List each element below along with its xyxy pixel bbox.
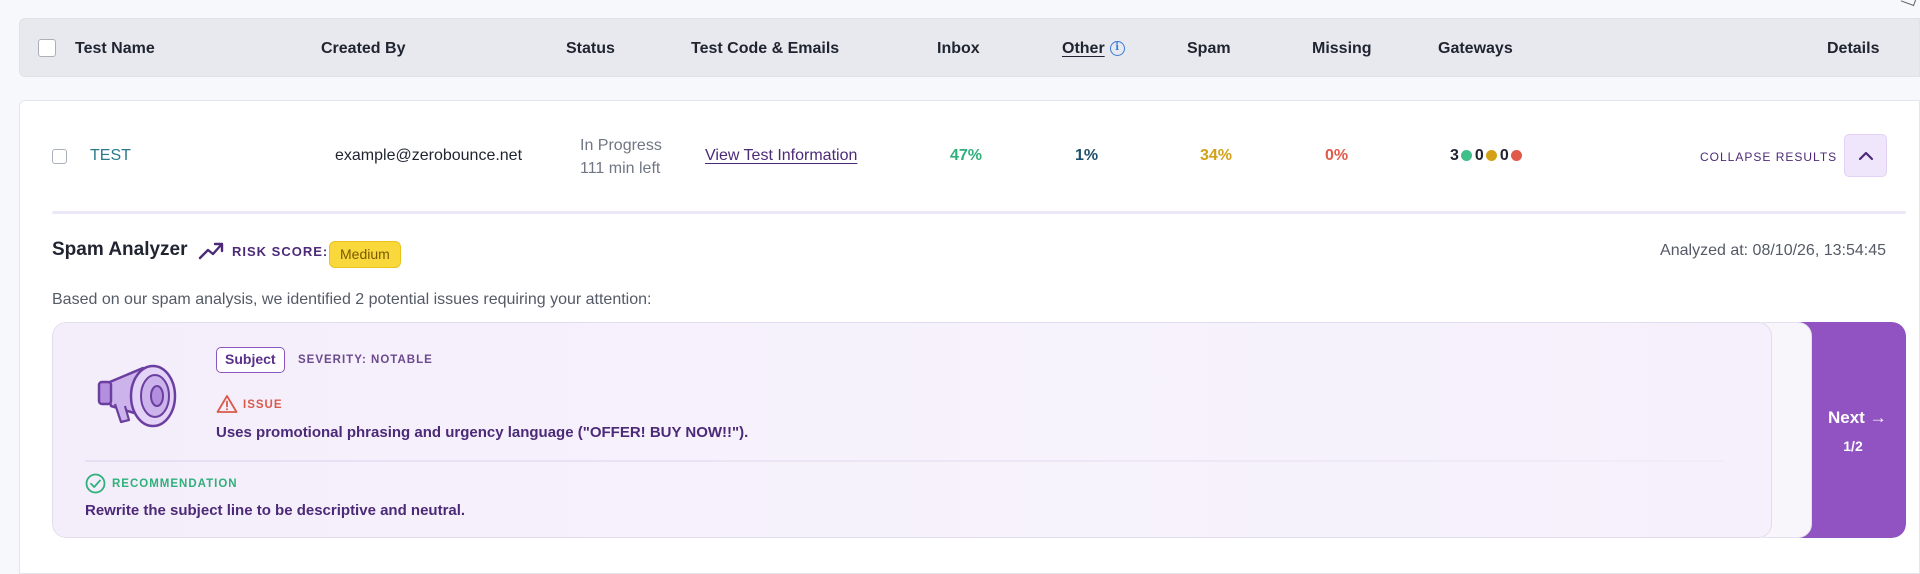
issue-category-tag: Subject	[216, 347, 285, 373]
table-header: Test Name Created By Status Test Code & …	[19, 18, 1920, 77]
view-test-info-link[interactable]: View Test Information	[705, 147, 857, 165]
spam-analyzer-title: Spam Analyzer	[52, 239, 188, 260]
header-status: Status	[566, 40, 615, 57]
gateway-yellow-count: 0	[1474, 147, 1484, 164]
next-text: Next	[1828, 408, 1865, 427]
table-row: TEST example@zerobounce.net In Progress …	[20, 101, 1919, 211]
header-missing: Missing	[1312, 40, 1372, 57]
issue-carousel: Next → 1/2 Subject SEVERITY: NOTABLE ISS…	[52, 322, 1906, 538]
other-value: 1%	[1075, 147, 1099, 164]
gateway-red-count: 0	[1499, 147, 1509, 164]
header-inbox: Inbox	[937, 40, 980, 57]
megaphone-icon	[97, 364, 177, 428]
gateway-green-count: 3	[1450, 147, 1459, 164]
green-dot-icon	[1460, 150, 1472, 162]
risk-score-label: RISK SCORE:	[232, 244, 329, 259]
collapse-results-label[interactable]: COLLAPSE RESULTS	[1700, 150, 1837, 164]
severity-label: SEVERITY: NOTABLE	[298, 354, 433, 366]
corner-fragment	[1900, 0, 1918, 7]
test-name-link[interactable]: TEST	[90, 147, 131, 165]
analyzed-at: Analyzed at: 08/10/26, 13:54:45	[1660, 242, 1886, 259]
trending-up-icon	[198, 242, 224, 260]
status-line-1: In Progress	[580, 137, 662, 154]
warning-icon	[216, 395, 238, 413]
yellow-dot-icon	[1485, 150, 1497, 162]
collapse-button[interactable]	[1844, 134, 1887, 177]
result-card: TEST example@zerobounce.net In Progress …	[19, 100, 1920, 574]
issue-description: Uses promotional phrasing and urgency la…	[216, 424, 749, 441]
gateways-summary: 300	[1450, 147, 1525, 165]
header-other: Other i	[1062, 19, 1125, 78]
issue-label: ISSUE	[243, 399, 283, 411]
pager-count: 1/2	[1843, 438, 1863, 454]
spam-value: 34%	[1200, 147, 1233, 164]
issue-card: Subject SEVERITY: NOTABLE ISSUE Uses pro…	[52, 322, 1772, 538]
missing-value: 0%	[1325, 147, 1349, 164]
header-test-code: Test Code & Emails	[691, 40, 840, 57]
created-by: example@zerobounce.net	[335, 147, 523, 164]
header-created-by: Created By	[321, 40, 406, 57]
status-text: In Progress 111 min left	[580, 134, 662, 180]
row-checkbox[interactable]	[52, 149, 67, 164]
status-line-2: 111 min left	[580, 160, 661, 177]
arrow-right-icon: →	[1869, 408, 1887, 427]
risk-score-badge: Medium	[329, 241, 401, 268]
red-dot-icon	[1510, 150, 1522, 162]
inbox-value: 47%	[950, 147, 983, 164]
row-divider	[52, 211, 1906, 214]
header-gateways: Gateways	[1438, 40, 1513, 57]
recommendation-text: Rewrite the subject line to be descripti…	[85, 502, 466, 519]
next-label: Next →	[1828, 408, 1887, 428]
header-spam: Spam	[1187, 40, 1231, 57]
chevron-up-icon	[1858, 151, 1873, 160]
header-details: Details	[1827, 40, 1880, 57]
header-test-name: Test Name	[75, 40, 155, 57]
recommendation-label: RECOMMENDATION	[112, 478, 238, 490]
select-all-checkbox[interactable]	[38, 39, 56, 57]
header-other-label: Other	[1062, 40, 1105, 57]
issue-divider	[85, 460, 1725, 462]
analysis-intro: Based on our spam analysis, we identifie…	[52, 291, 652, 308]
info-icon[interactable]: i	[1109, 41, 1125, 57]
check-circle-icon	[85, 473, 106, 494]
